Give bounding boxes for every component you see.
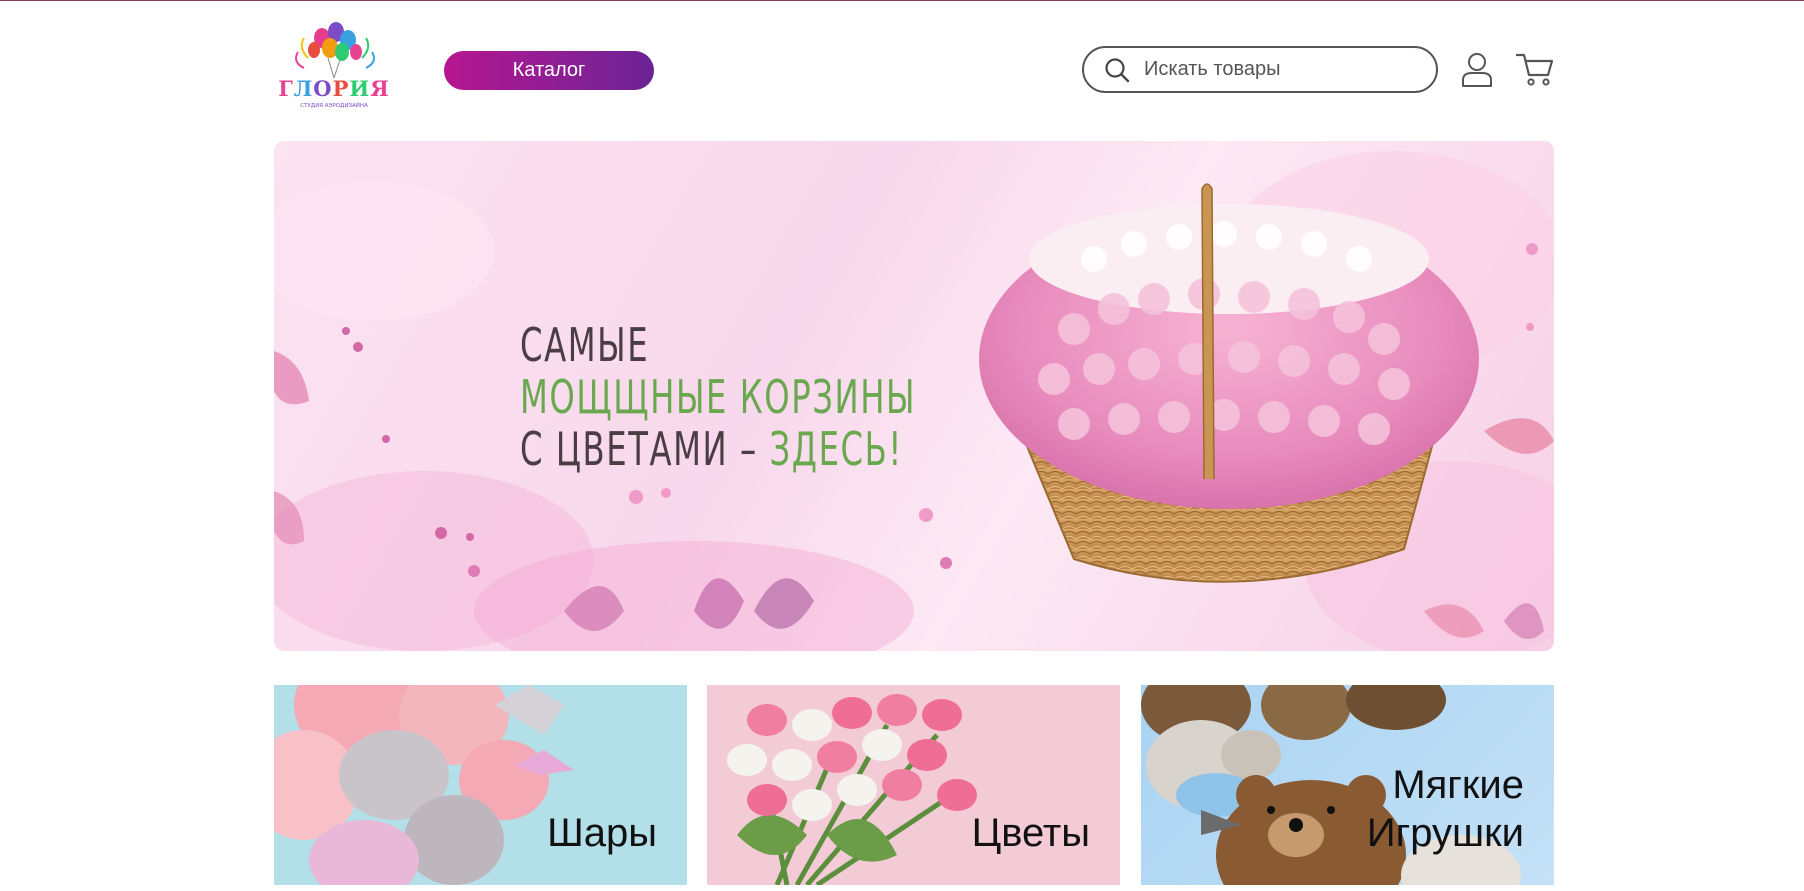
search-input[interactable] — [1142, 57, 1416, 82]
catalog-button[interactable]: Каталог — [444, 51, 654, 90]
search-box[interactable] — [1082, 46, 1438, 93]
category-label-soft-toys[interactable]: Мягкие Игрушки — [1367, 761, 1524, 857]
banner-line-3: с цветами – здесь! — [520, 423, 916, 475]
cart-icon[interactable] — [1516, 51, 1554, 87]
category-label-flowers[interactable]: Цветы — [972, 809, 1090, 857]
banner-line-3b: здесь! — [769, 422, 903, 476]
svg-text:ГЛОРИЯ: ГЛОРИЯ — [278, 76, 390, 101]
category-card-soft-toys[interactable]: Мягкие Игрушки — [1141, 685, 1554, 885]
banner-line-3a: с цветами – — [520, 422, 770, 476]
category-label-soft-toys-line2: Игрушки — [1366, 811, 1524, 855]
category-label-soft-toys-line1: Мягкие — [1392, 763, 1524, 807]
flower-basket-image — [979, 183, 1479, 583]
category-label-balloons[interactable]: Шары — [547, 809, 657, 857]
logo[interactable]: ГЛОРИЯ СТУДИЯ АЭРОДИЗАЙНА — [278, 18, 390, 112]
category-card-balloons[interactable]: Шары — [274, 685, 687, 885]
user-icon[interactable] — [1460, 52, 1494, 88]
svg-text:СТУДИЯ АЭРОДИЗАЙНА: СТУДИЯ АЭРОДИЗАЙНА — [300, 102, 368, 109]
promo-banner[interactable]: Самые мощщные корзины с цветами – здесь! — [274, 141, 1554, 651]
header: ГЛОРИЯ СТУДИЯ АЭРОДИЗАЙНА Каталог — [274, 0, 1554, 125]
banner-headline: Самые мощщные корзины с цветами – здесь! — [520, 319, 916, 475]
search-icon[interactable] — [1104, 57, 1130, 83]
banner-line-2: мощщные корзины — [520, 370, 917, 424]
banner-line-1: Самые — [520, 318, 650, 372]
category-card-flowers[interactable]: Цветы — [707, 685, 1120, 885]
